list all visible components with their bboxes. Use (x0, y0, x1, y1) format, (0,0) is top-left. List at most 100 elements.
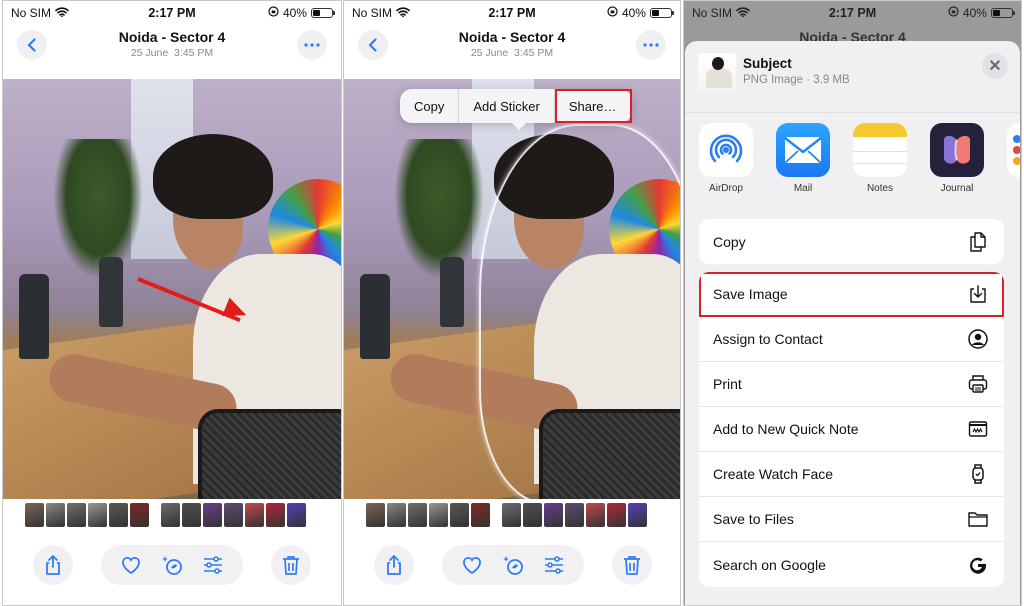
wifi-icon (396, 6, 410, 20)
favorite-button[interactable] (120, 554, 142, 576)
delete-button[interactable] (271, 545, 311, 585)
orientation-lock-icon (268, 6, 279, 20)
adjust-button[interactable] (543, 554, 565, 576)
thumbnail[interactable] (46, 503, 65, 527)
thumbnail[interactable] (224, 503, 243, 527)
status-bar: No SIM 2:17 PM 40% (684, 1, 1021, 25)
trash-icon (283, 556, 299, 575)
subject-thumbnail (698, 53, 736, 91)
share-app-airdrop[interactable]: AirDrop (699, 123, 753, 203)
action-search-on-google[interactable]: Search on Google (699, 542, 1004, 587)
context-add-sticker-button[interactable]: Add Sticker (459, 89, 555, 123)
battery-icon (649, 8, 674, 18)
airdrop-icon (699, 123, 753, 177)
printer-icon (966, 372, 990, 396)
thumbnail[interactable] (387, 503, 406, 527)
action-add-to-quick-note[interactable]: Add to New Quick Note (699, 407, 1004, 452)
carrier-label: No SIM (692, 6, 733, 20)
action-create-watch-face[interactable]: Create Watch Face (699, 452, 1004, 497)
close-button[interactable]: ✕ (982, 53, 1008, 79)
more-button[interactable] (297, 30, 327, 60)
battery-percent: 40% (282, 6, 307, 20)
thumbnail[interactable] (266, 503, 285, 527)
heart-icon (463, 556, 482, 575)
action-save-image[interactable]: Save Image (699, 272, 1004, 317)
thumbnail[interactable] (203, 503, 222, 527)
thumbnail[interactable] (565, 503, 584, 527)
thumbnail[interactable] (109, 503, 128, 527)
thumbnail[interactable] (408, 503, 427, 527)
sliders-icon (544, 556, 563, 574)
thumbnail[interactable] (450, 503, 469, 527)
visual-lookup-icon (161, 556, 182, 575)
thumbnail[interactable] (586, 503, 605, 527)
thumbnail[interactable] (130, 503, 149, 527)
thumbnail[interactable] (245, 503, 264, 527)
photo[interactable] (344, 79, 680, 499)
share-app-notes[interactable]: Notes (853, 123, 907, 203)
thumbnail[interactable] (161, 503, 180, 527)
action-save-to-files[interactable]: Save to Files (699, 497, 1004, 542)
thumbnail[interactable] (502, 503, 521, 527)
share-app-mail[interactable]: Mail (776, 123, 830, 203)
share-item-subtitle: PNG Image · 3.9 MB (743, 74, 850, 86)
thumbnail[interactable] (182, 503, 201, 527)
ellipsis-icon (304, 43, 320, 47)
wifi-icon (736, 6, 750, 20)
journal-icon (930, 123, 984, 177)
share-app-journal[interactable]: Journal (930, 123, 984, 203)
thumbnail[interactable] (429, 503, 448, 527)
share-app-reminders[interactable]: Re (1007, 123, 1020, 203)
thumbnail[interactable] (523, 503, 542, 527)
context-share-button[interactable]: Share… (554, 89, 632, 123)
album-date: 25 June 3:45 PM (130, 47, 214, 59)
share-button[interactable] (33, 545, 73, 585)
thumbnail[interactable] (471, 503, 490, 527)
share-actions: Copy Save Image Assign to Contact Print … (699, 219, 1004, 595)
photo[interactable] (3, 79, 341, 499)
action-print[interactable]: Print (699, 362, 1004, 407)
more-button[interactable] (636, 30, 666, 60)
orientation-lock-icon (948, 6, 959, 20)
battery-icon (310, 8, 335, 18)
status-time: 2:17 PM (828, 6, 877, 20)
favorite-button[interactable] (461, 554, 483, 576)
visual-lookup-button[interactable] (161, 554, 183, 576)
ellipsis-icon (643, 43, 659, 47)
thumbnail[interactable] (628, 503, 647, 527)
thumbnail[interactable] (25, 503, 44, 527)
action-assign-to-contact[interactable]: Assign to Contact (699, 317, 1004, 362)
nav-bar: Noida - Sector 4 25 June 3:45 PM (3, 25, 341, 77)
mail-icon (776, 123, 830, 177)
thumbnail[interactable] (544, 503, 563, 527)
delete-button[interactable] (612, 545, 652, 585)
visual-lookup-button[interactable] (502, 554, 524, 576)
share-apps-row[interactable]: AirDrop Mail Notes Journal (699, 123, 1020, 203)
thumbnail[interactable] (366, 503, 385, 527)
thumbnail-strip[interactable] (25, 503, 331, 527)
battery-icon (990, 8, 1015, 18)
adjust-button[interactable] (202, 554, 224, 576)
album-title: Noida - Sector 4 (118, 29, 226, 45)
thumbnail[interactable] (287, 503, 306, 527)
share-button[interactable] (374, 545, 414, 585)
watch-icon (966, 462, 990, 486)
save-image-icon (966, 282, 990, 306)
share-icon (46, 555, 60, 575)
status-bar: No SIM 2:17 PM 40% (344, 1, 680, 25)
subject-lift-outline[interactable] (479, 124, 680, 499)
share-sheet-panel: No SIM 2:17 PM 40% Noida - Sector 4 Subj… (683, 0, 1022, 606)
visual-lookup-icon (502, 556, 523, 575)
battery-percent: 40% (962, 6, 987, 20)
notes-icon (853, 123, 907, 177)
thumbnail[interactable] (88, 503, 107, 527)
copy-icon (966, 230, 990, 254)
thumbnail[interactable] (67, 503, 86, 527)
action-copy[interactable]: Copy (699, 219, 1004, 264)
status-bar: No SIM 2:17 PM 40% (3, 1, 341, 25)
context-copy-button[interactable]: Copy (400, 89, 460, 123)
carrier-label: No SIM (352, 6, 393, 20)
thumbnail[interactable] (607, 503, 626, 527)
thumbnail-strip[interactable] (366, 503, 670, 527)
photo-actions-group (101, 545, 243, 585)
